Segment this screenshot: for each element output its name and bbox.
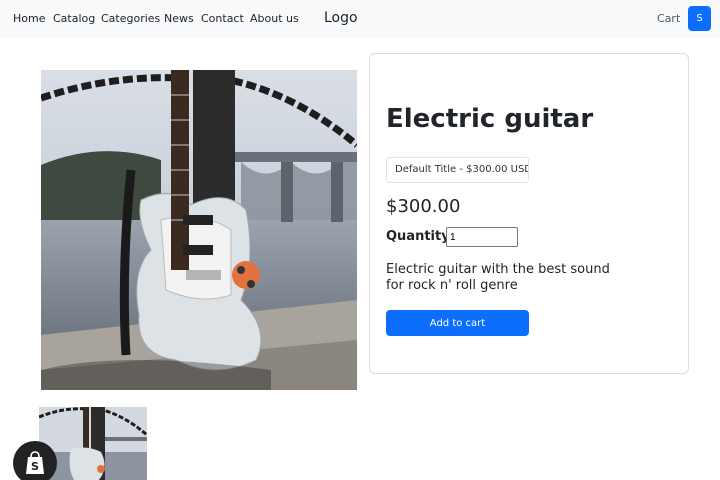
variant-select[interactable]: Default Title - $300.00 USD bbox=[386, 157, 529, 183]
nav-link-about-us[interactable]: About us bbox=[250, 12, 299, 25]
cart-link[interactable]: Cart bbox=[657, 12, 680, 25]
product-details-card: Electric guitar Default Title - $300.00 … bbox=[369, 53, 689, 374]
product-description: Electric guitar with the best sound for … bbox=[386, 262, 610, 293]
shopify-badge[interactable]: S bbox=[13, 441, 57, 480]
product-main-image bbox=[41, 70, 357, 390]
product-title: Electric guitar bbox=[386, 104, 594, 134]
shopify-bag-icon: S bbox=[26, 451, 44, 474]
product-price: $300.00 bbox=[386, 196, 461, 217]
add-to-cart-button[interactable]: Add to cart bbox=[386, 310, 529, 336]
nav-link-catalog[interactable]: Catalog bbox=[53, 12, 95, 25]
nav-link-home[interactable]: Home bbox=[13, 12, 45, 25]
user-avatar-button[interactable]: S bbox=[688, 6, 711, 31]
nav-link-categories[interactable]: Categories bbox=[101, 12, 160, 25]
quantity-input[interactable] bbox=[446, 227, 518, 247]
nav-link-contact[interactable]: Contact bbox=[201, 12, 244, 25]
quantity-label: Quantity: bbox=[386, 229, 455, 244]
nav-link-news[interactable]: News bbox=[164, 12, 194, 25]
site-logo[interactable]: Logo bbox=[324, 10, 358, 26]
svg-text:S: S bbox=[31, 460, 39, 473]
navbar: Home Catalog Categories News Contact Abo… bbox=[0, 0, 720, 38]
